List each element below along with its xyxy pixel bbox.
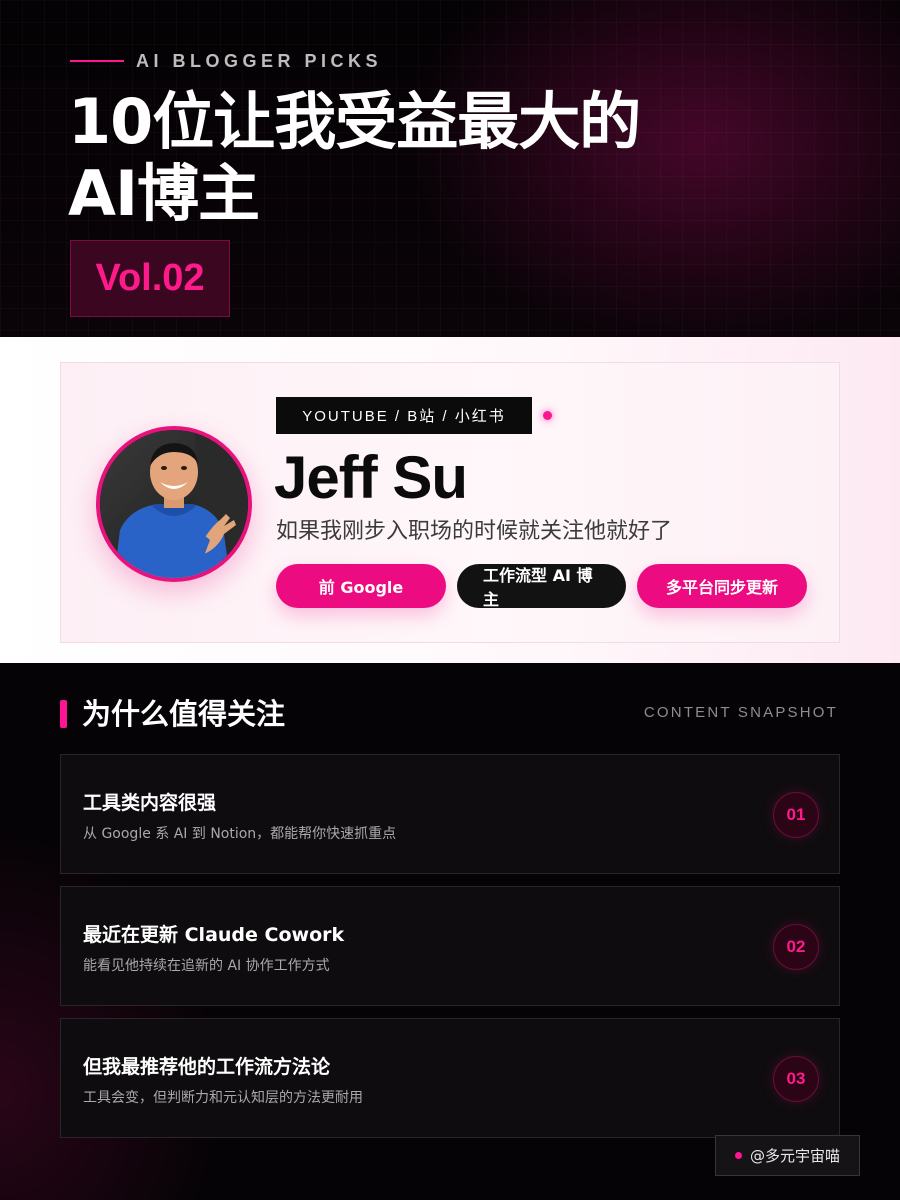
item-number-badge: 02 [773, 924, 819, 970]
header-section: AI BLOGGER PICKS 10位让我受益最大的 AI博主 Vol.02 [0, 0, 900, 337]
author-handle-badge: @多元宇宙喵 [715, 1135, 860, 1176]
tag-workflow-blogger: 工作流型 AI 博主 [457, 564, 626, 609]
profile-card: YOUTUBE / B站 / 小红书 Jeff Su 如果我刚步入职场的时候就关… [60, 362, 840, 643]
blogger-name: Jeff Su [274, 444, 468, 511]
item-title: 但我最推荐他的工作流方法论 [83, 1056, 331, 1078]
item-title: 最近在更新 Claude Cowork [83, 924, 345, 946]
tag-multi-platform: 多平台同步更新 [637, 564, 807, 608]
platform-label: YOUTUBE / B站 / 小红书 [276, 397, 532, 434]
item-number-badge: 01 [773, 792, 819, 838]
title-line-1: 10位让我受益最大的 [68, 85, 641, 158]
accent-dot [543, 411, 552, 420]
item-title: 工具类内容很强 [83, 792, 217, 814]
title-line-2: AI博主 [68, 157, 260, 230]
list-item: 最近在更新 Claude Cowork 能看见他持续在追新的 AI 协作工作方式… [60, 886, 840, 1006]
avatar-photo [100, 430, 248, 578]
section-accent-bar [60, 700, 67, 728]
handle-dot-icon [734, 1152, 742, 1159]
snapshot-label: CONTENT SNAPSHOT [643, 704, 838, 721]
eyebrow-text: AI BLOGGER PICKS [136, 50, 383, 71]
eyebrow: AI BLOGGER PICKS [70, 50, 382, 72]
list-item: 工具类内容很强 从 Google 系 AI 到 Notion，都能帮你快速抓重点… [60, 754, 840, 874]
avatar [96, 426, 252, 582]
profile-band: YOUTUBE / B站 / 小红书 Jeff Su 如果我刚步入职场的时候就关… [0, 337, 900, 663]
item-description: 工具会变，但判断力和元认知层的方法更耐用 [83, 1090, 363, 1106]
tag-ex-google: 前 Google [276, 564, 446, 608]
list-item: 但我最推荐他的工作流方法论 工具会变，但判断力和元认知层的方法更耐用 03 [60, 1018, 840, 1138]
why-section: 为什么值得关注 CONTENT SNAPSHOT 工具类内容很强 从 Googl… [0, 663, 900, 1200]
volume-badge: Vol.02 [70, 240, 230, 317]
tag-list: 前 Google 工作流型 AI 博主 多平台同步更新 [276, 564, 807, 609]
page-title: 10位让我受益最大的 AI博主 [68, 86, 708, 230]
item-description: 从 Google 系 AI 到 Notion，都能帮你快速抓重点 [83, 826, 397, 842]
blogger-tagline: 如果我刚步入职场的时候就关注他就好了 [276, 519, 673, 544]
eyebrow-line [70, 60, 124, 62]
author-handle: @多元宇宙喵 [749, 1147, 840, 1165]
section-title: 为什么值得关注 [82, 697, 286, 731]
item-description: 能看见他持续在追新的 AI 协作工作方式 [83, 958, 330, 974]
item-number-badge: 03 [773, 1056, 819, 1102]
